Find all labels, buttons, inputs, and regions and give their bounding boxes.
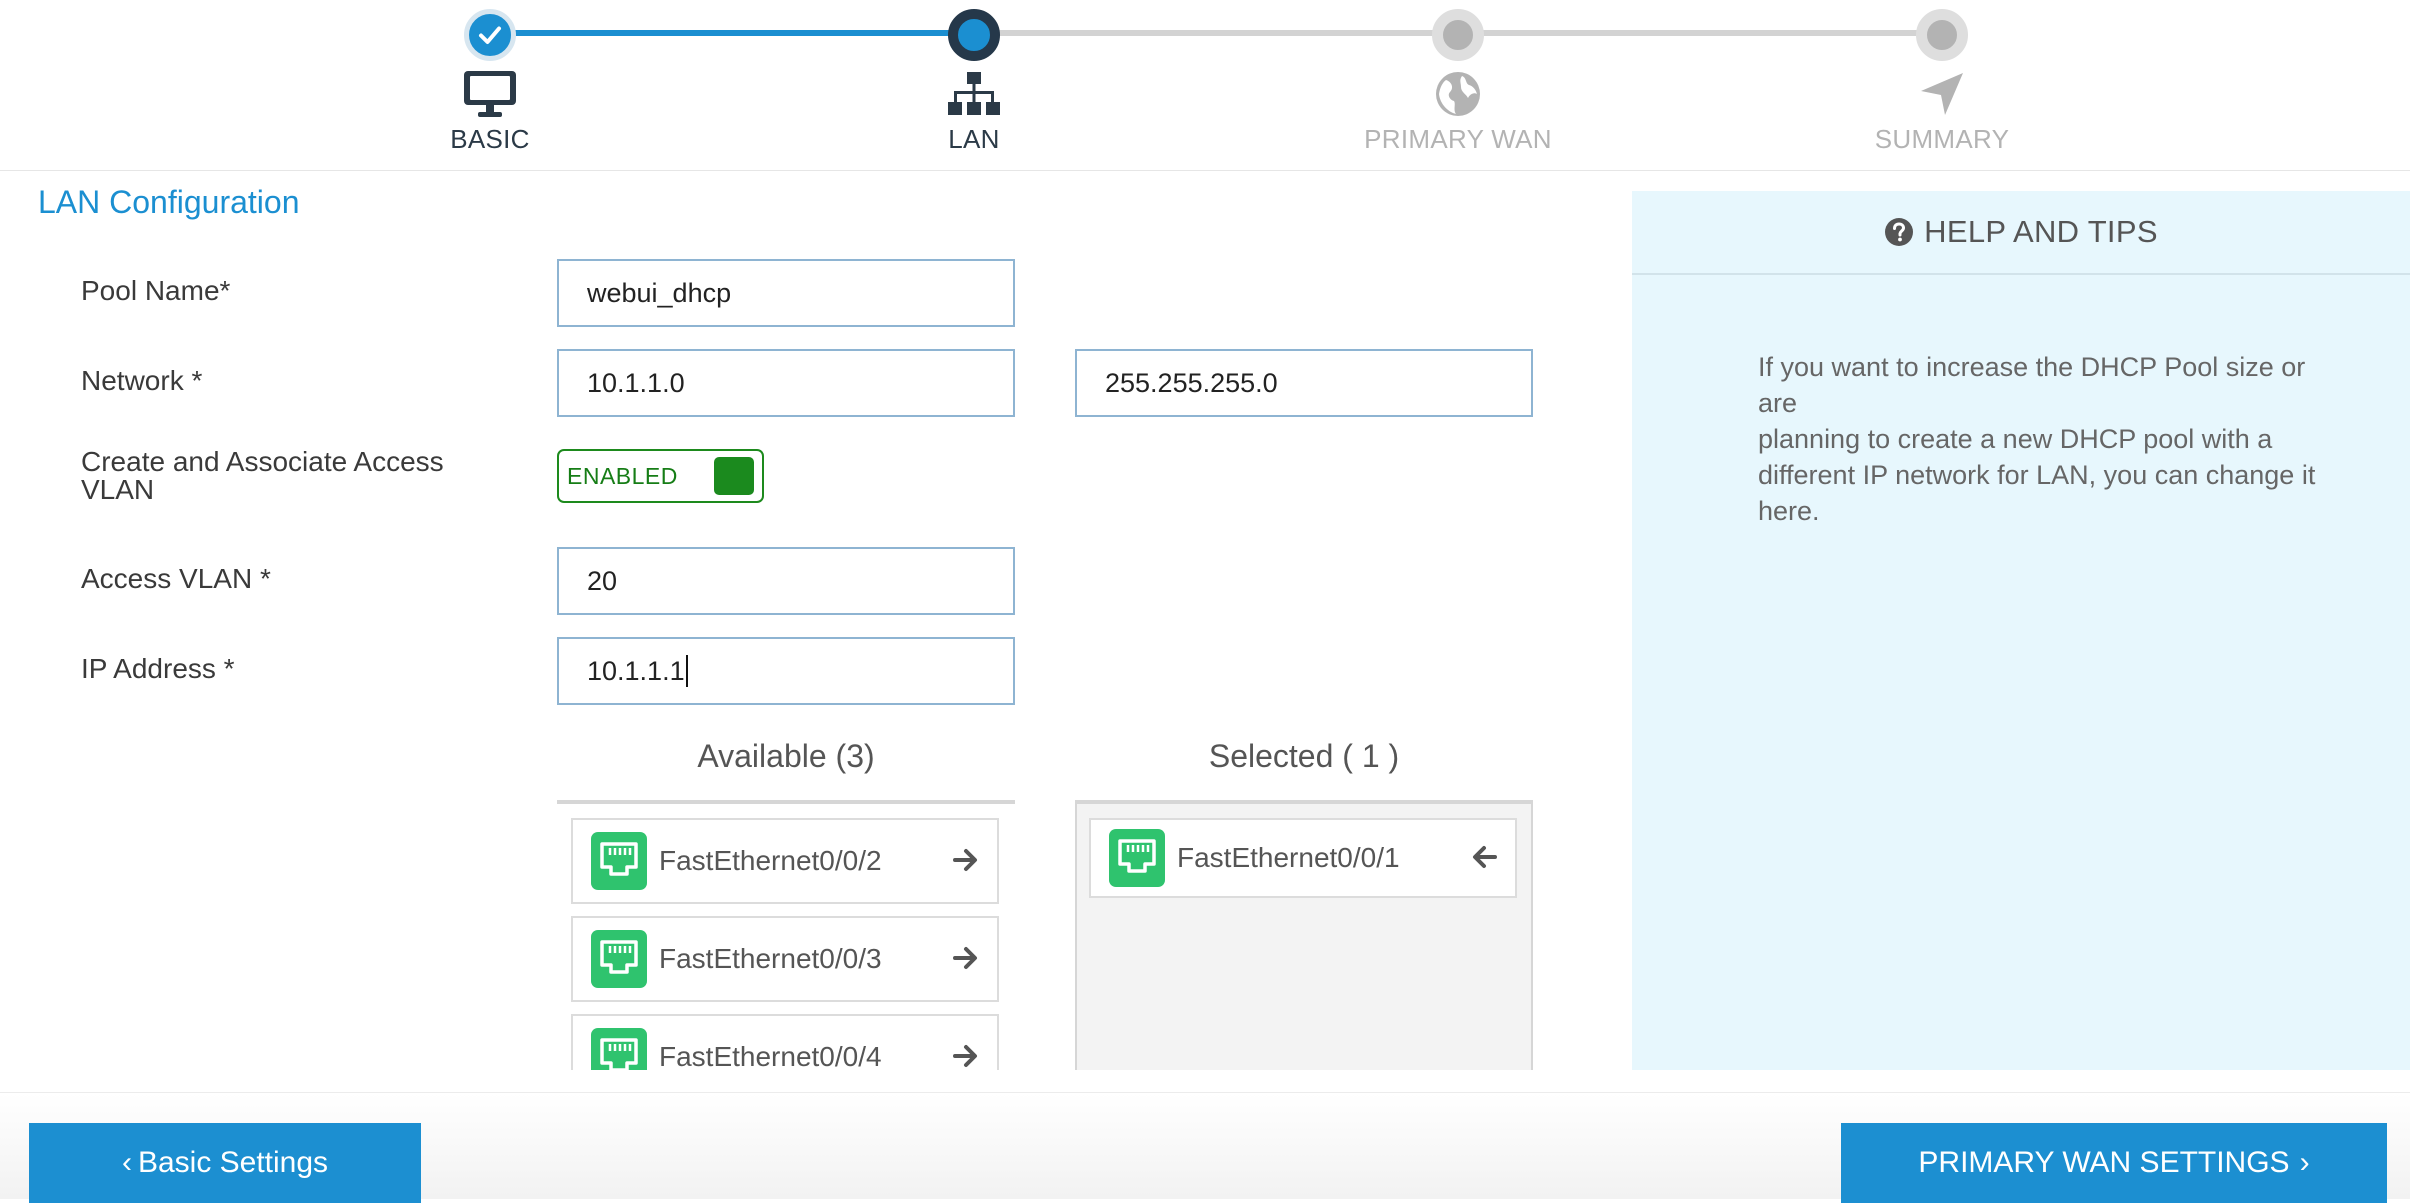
arrow-right-icon[interactable] [953, 847, 979, 873]
vlan-toggle-label-line2: VLAN [81, 474, 155, 505]
arrow-left-icon[interactable] [1471, 844, 1497, 870]
help-title: HELP AND TIPS [1924, 214, 2158, 249]
subnet-mask-input[interactable]: 255.255.255.0 [1075, 349, 1533, 417]
step-pending-indicator [1432, 9, 1484, 61]
create-access-vlan-toggle[interactable]: ENABLED [557, 449, 764, 503]
wizard-footer: ‹ Basic Settings PRIMARY WAN SETTINGS › [0, 1092, 2410, 1203]
location-arrow-icon [1921, 73, 1963, 115]
network-hierarchy-icon [948, 72, 1000, 115]
interface-name: FastEthernet0/0/1 [1177, 842, 1400, 873]
checkmark-icon [479, 26, 501, 44]
help-text-line: If you want to increase the DHCP Pool si… [1758, 352, 2306, 418]
access-vlan-label: Access VLAN * [81, 563, 271, 594]
arrow-right-icon[interactable] [953, 1043, 979, 1069]
network-label: Network * [81, 365, 203, 396]
step-complete-indicator [464, 9, 516, 61]
pool-name-label: Pool Name* [81, 275, 231, 306]
step-label-basic: BASIC [450, 124, 530, 154]
list-item[interactable]: FastEthernet0/0/2 [571, 818, 999, 904]
progress-track-completed [490, 30, 974, 36]
step-label-summary: SUMMARY [1874, 124, 2010, 154]
back-button-label: Basic Settings [137, 1146, 329, 1179]
ethernet-port-icon [591, 930, 647, 988]
setup-wizard-progress: BASIC LAN PRIMARY WAN SUMMARY [0, 0, 2410, 171]
ethernet-port-icon [591, 832, 647, 890]
selected-interfaces-list[interactable]: FastEthernet0/0/1 [1075, 800, 1533, 1070]
chevron-left-icon: ‹ [121, 1146, 132, 1179]
step-label-lan: LAN [948, 124, 1000, 154]
interface-name: FastEthernet0/0/2 [659, 845, 882, 876]
toggle-state-text: ENABLED [567, 463, 678, 489]
help-text: If you want to increase the DHCP Pool si… [1758, 349, 2348, 529]
help-text-line: here. [1758, 496, 1820, 526]
help-text-line: different IP network for LAN, you can ch… [1758, 460, 2316, 490]
vlan-toggle-label-line1: Create and Associate Access [81, 446, 444, 477]
step-pending-indicator [1916, 9, 1968, 61]
list-item[interactable]: FastEthernet0/0/4 [571, 1014, 999, 1070]
network-address-value: 10.1.1.0 [587, 367, 685, 398]
network-address-input[interactable]: 10.1.1.0 [557, 349, 1015, 417]
subnet-mask-value: 255.255.255.0 [1105, 367, 1278, 398]
interface-name: FastEthernet0/0/3 [659, 943, 882, 974]
toggle-knob [714, 457, 754, 495]
vlan-toggle-label: Create and Associate Access VLAN [81, 448, 444, 504]
text-cursor [685, 655, 688, 687]
ethernet-port-icon [1109, 829, 1165, 887]
ethernet-port-icon [591, 1028, 647, 1070]
help-text-line: planning to create a new DHCP pool with … [1758, 424, 2273, 454]
section-title-lan-configuration: LAN Configuration [38, 184, 300, 220]
back-basic-settings-button[interactable]: ‹ Basic Settings [29, 1123, 421, 1203]
list-item[interactable]: FastEthernet0/0/1 [1089, 818, 1517, 898]
ip-address-label: IP Address * [81, 653, 235, 684]
globe-icon [1436, 72, 1480, 116]
next-button-label: PRIMARY WAN SETTINGS [1918, 1146, 2290, 1179]
ip-address-value: 10.1.1.1 [587, 655, 685, 686]
pool-name-value: webui_dhcp [587, 277, 732, 308]
selected-list-title: Selected ( 1 ) [1208, 738, 1400, 774]
step-current-indicator [948, 9, 1000, 61]
access-vlan-input[interactable]: 20 [557, 547, 1015, 615]
available-interfaces-list[interactable]: FastEthernet0/0/2 FastEthernet0/0/3 Fast… [557, 800, 1015, 1070]
help-panel-header: HELP AND TIPS [1632, 191, 2410, 275]
ip-address-input[interactable]: 10.1.1.1 [557, 637, 1015, 705]
list-item[interactable]: FastEthernet0/0/3 [571, 916, 999, 1002]
access-vlan-value: 20 [587, 565, 618, 596]
pool-name-input[interactable]: webui_dhcp [557, 259, 1015, 327]
available-list-title: Available (3) [697, 738, 875, 774]
interface-name: FastEthernet0/0/4 [659, 1041, 882, 1070]
arrow-right-icon[interactable] [953, 945, 979, 971]
help-panel: HELP AND TIPS If you want to increase th… [1632, 191, 2410, 1070]
next-primary-wan-settings-button[interactable]: PRIMARY WAN SETTINGS › [1841, 1123, 2387, 1203]
question-circle-icon [1885, 218, 1914, 246]
chevron-right-icon: › [2299, 1146, 2310, 1179]
step-label-primary-wan: PRIMARY WAN [1364, 124, 1552, 154]
monitor-icon [464, 71, 516, 117]
